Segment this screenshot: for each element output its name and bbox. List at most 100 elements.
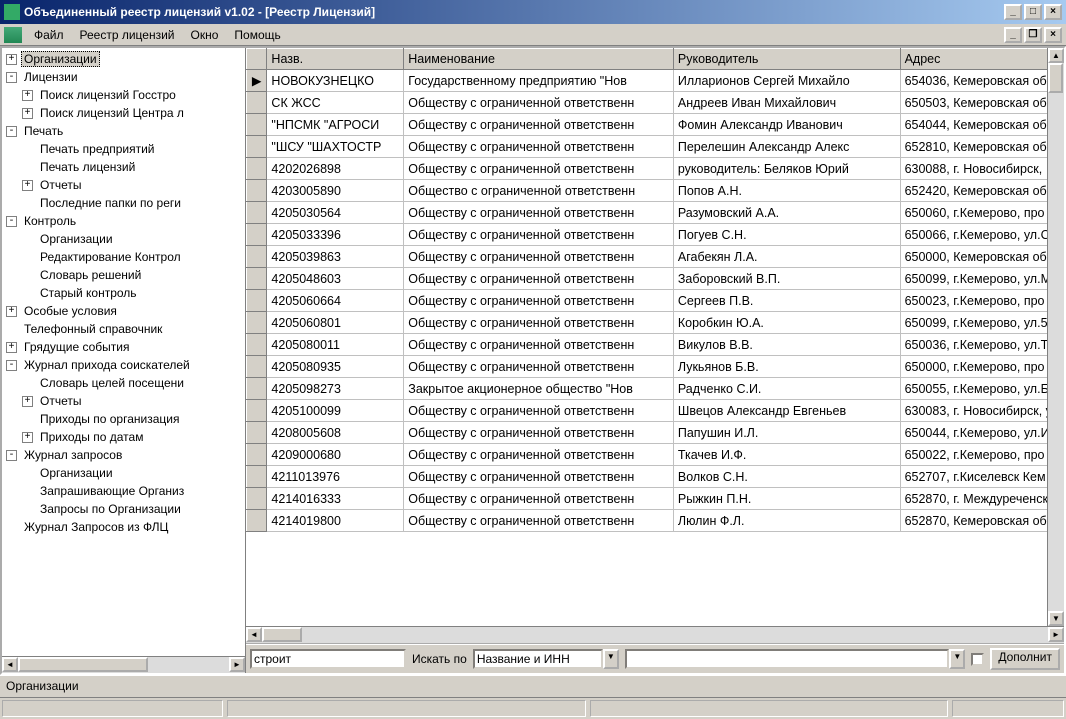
cell[interactable]: Обществу с ограниченной ответственн	[404, 290, 674, 312]
tree-item[interactable]: +Организации	[6, 50, 245, 68]
cell[interactable]: Обществу с ограниченной ответственн	[404, 400, 674, 422]
cell[interactable]: руководитель: Беляков Юрий	[673, 158, 900, 180]
tree-item[interactable]: Приходы по организация	[6, 410, 245, 428]
column-header[interactable]: Адрес	[900, 49, 1063, 70]
cell[interactable]: Люлин Ф.Л.	[673, 510, 900, 532]
table-row[interactable]: 4214019800Обществу с ограниченной ответс…	[247, 510, 1064, 532]
expand-icon[interactable]: -	[6, 216, 17, 227]
cell[interactable]: 650055, г.Кемерово, ул.Б	[900, 378, 1063, 400]
tree-item[interactable]: +Грядущие события	[6, 338, 245, 356]
cell[interactable]: 4209000680	[267, 444, 404, 466]
tree-item[interactable]: +Поиск лицензий Госстро	[6, 86, 245, 104]
tree-item[interactable]: Журнал Запросов из ФЛЦ	[6, 518, 245, 536]
cell[interactable]: 4205080011	[267, 334, 404, 356]
cell[interactable]: 4214019800	[267, 510, 404, 532]
grid-hscroll-thumb[interactable]	[262, 627, 302, 642]
cell[interactable]: Заборовский В.П.	[673, 268, 900, 290]
cell[interactable]: Обществу с ограниченной ответственн	[404, 246, 674, 268]
expand-icon[interactable]: +	[6, 342, 17, 353]
scroll-up-icon[interactable]: ▲	[1048, 48, 1064, 63]
tree-item[interactable]: Редактирование Контрол	[6, 248, 245, 266]
cell[interactable]: НОВОКУЗНЕЦКО	[267, 70, 404, 92]
expand-icon[interactable]: +	[6, 306, 17, 317]
table-row[interactable]: 4205060801Обществу с ограниченной ответс…	[247, 312, 1064, 334]
cell[interactable]: 650044, г.Кемерово, ул.И	[900, 422, 1063, 444]
cell[interactable]: 650060, г.Кемерово, про	[900, 202, 1063, 224]
tree-item[interactable]: -Журнал запросов	[6, 446, 245, 464]
grid-vscrollbar[interactable]: ▲ ▼	[1047, 48, 1064, 626]
cell[interactable]: Волков С.Н.	[673, 466, 900, 488]
tree-hscrollbar[interactable]: ◄ ►	[2, 656, 245, 673]
cell[interactable]: 4202026898	[267, 158, 404, 180]
table-row[interactable]: 4205100099Обществу с ограниченной ответс…	[247, 400, 1064, 422]
close-button[interactable]: ×	[1044, 4, 1062, 20]
tree-item[interactable]: Организации	[6, 230, 245, 248]
cell[interactable]: 4208005608	[267, 422, 404, 444]
cell[interactable]: 652810, Кемеровская об	[900, 136, 1063, 158]
cell[interactable]: 4205048603	[267, 268, 404, 290]
tree-item[interactable]: Организации	[6, 464, 245, 482]
cell[interactable]: 4205033396	[267, 224, 404, 246]
cell[interactable]: Попов А.Н.	[673, 180, 900, 202]
cell[interactable]: Обществу с ограниченной ответственн	[404, 114, 674, 136]
cell[interactable]: Обществу с ограниченной ответственн	[404, 466, 674, 488]
cell[interactable]: 654044, Кемеровская об	[900, 114, 1063, 136]
additional-button[interactable]: Дополнит	[990, 648, 1060, 670]
tree-item[interactable]: -Журнал прихода соискателей	[6, 356, 245, 374]
table-row[interactable]: 4208005608Обществу с ограниченной ответс…	[247, 422, 1064, 444]
cell[interactable]: 652870, г. Междуреченск	[900, 488, 1063, 510]
expand-icon[interactable]: -	[6, 72, 17, 83]
cell[interactable]: "ШСУ "ШАХТОСТР	[267, 136, 404, 158]
cell[interactable]: Обществу с ограниченной ответственн	[404, 158, 674, 180]
tree-item[interactable]: -Лицензии	[6, 68, 245, 86]
expand-icon[interactable]: -	[6, 126, 17, 137]
grid-scroll-right-icon[interactable]: ►	[1048, 627, 1064, 642]
table-row[interactable]: 4205039863Обществу с ограниченной ответс…	[247, 246, 1064, 268]
cell[interactable]: Закрытое акционерное общество "Нов	[404, 378, 674, 400]
minimize-button[interactable]: _	[1004, 4, 1022, 20]
column-header[interactable]: Наименование	[404, 49, 674, 70]
table-row[interactable]: 4211013976Обществу с ограниченной ответс…	[247, 466, 1064, 488]
cell[interactable]: Коробкин Ю.А.	[673, 312, 900, 334]
cell[interactable]: Общество с ограниченной ответственн	[404, 180, 674, 202]
search-by-combo[interactable]	[473, 649, 603, 669]
cell[interactable]: Фомин Александр Иванович	[673, 114, 900, 136]
expand-icon[interactable]: +	[22, 180, 33, 191]
scroll-right-icon[interactable]: ►	[229, 657, 245, 672]
cell[interactable]: 652870, Кемеровская об	[900, 510, 1063, 532]
cell[interactable]: 4211013976	[267, 466, 404, 488]
tree-item[interactable]: Старый контроль	[6, 284, 245, 302]
cell[interactable]: Илларионов Сергей Михайло	[673, 70, 900, 92]
cell[interactable]: 650000, г.Кемерово, про	[900, 356, 1063, 378]
cell[interactable]: 4205030564	[267, 202, 404, 224]
cell[interactable]: 4205039863	[267, 246, 404, 268]
cell[interactable]: 4214016333	[267, 488, 404, 510]
cell[interactable]: Швецов Александр Евгеньев	[673, 400, 900, 422]
scroll-left-icon[interactable]: ◄	[2, 657, 18, 672]
table-row[interactable]: 4205033396Обществу с ограниченной ответс…	[247, 224, 1064, 246]
cell[interactable]: 650023, г.Кемерово, про	[900, 290, 1063, 312]
table-row[interactable]: 4205048603Обществу с ограниченной ответс…	[247, 268, 1064, 290]
tree-item[interactable]: Запрашивающие Организ	[6, 482, 245, 500]
column-header[interactable]: Назв.	[267, 49, 404, 70]
expand-icon[interactable]: +	[6, 54, 17, 65]
cell[interactable]: Андреев Иван Михайлович	[673, 92, 900, 114]
tree-item[interactable]: +Поиск лицензий Центра л	[6, 104, 245, 122]
expand-icon[interactable]: +	[22, 396, 33, 407]
cell[interactable]: 650022, г.Кемерово, про	[900, 444, 1063, 466]
cell[interactable]: Разумовский А.А.	[673, 202, 900, 224]
mdi-close-button[interactable]: ×	[1044, 27, 1062, 43]
tree-item[interactable]: -Печать	[6, 122, 245, 140]
table-row[interactable]: 4205030564Обществу с ограниченной ответс…	[247, 202, 1064, 224]
cell[interactable]: 650036, г.Кемерово, ул.Т	[900, 334, 1063, 356]
table-row[interactable]: 4205080935Обществу с ограниченной ответс…	[247, 356, 1064, 378]
grid-scroll-left-icon[interactable]: ◄	[246, 627, 262, 642]
cell[interactable]: 650503, Кемеровская об	[900, 92, 1063, 114]
cell[interactable]: Обществу с ограниченной ответственн	[404, 444, 674, 466]
table-row[interactable]: 4202026898Обществу с ограниченной ответс…	[247, 158, 1064, 180]
cell[interactable]: 4205060664	[267, 290, 404, 312]
grid-hscrollbar[interactable]: ◄ ►	[246, 626, 1064, 643]
tree-item[interactable]: +Отчеты	[6, 176, 245, 194]
cell[interactable]: 650000, Кемеровская об	[900, 246, 1063, 268]
tree-item[interactable]: Словарь решений	[6, 266, 245, 284]
